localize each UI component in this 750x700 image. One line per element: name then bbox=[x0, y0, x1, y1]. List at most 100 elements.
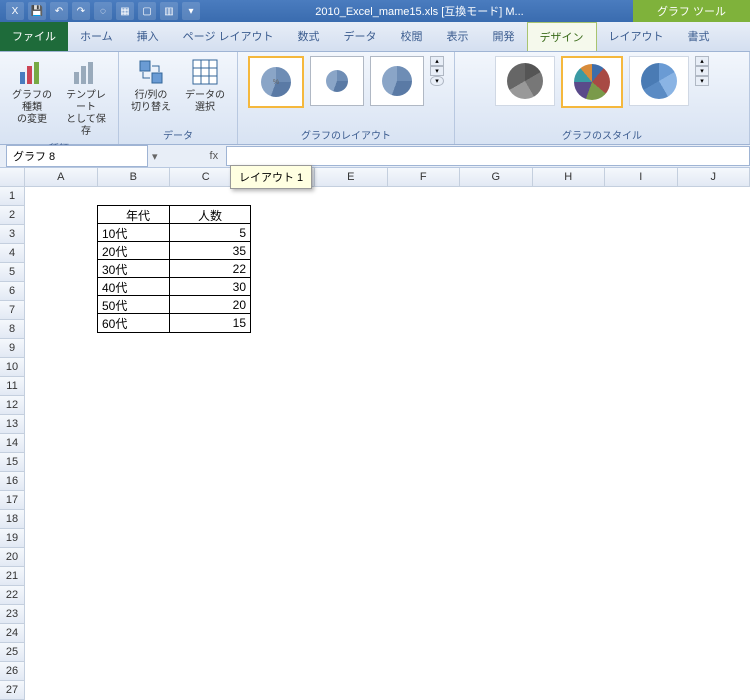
cell[interactable] bbox=[241, 313, 322, 332]
cell[interactable] bbox=[457, 331, 538, 350]
row-header[interactable]: 23 bbox=[0, 605, 25, 624]
cell[interactable] bbox=[169, 349, 250, 368]
cell[interactable] bbox=[673, 583, 750, 602]
cell[interactable] bbox=[97, 547, 178, 566]
cell[interactable] bbox=[241, 529, 322, 548]
cell[interactable] bbox=[25, 277, 106, 296]
row-header[interactable]: 24 bbox=[0, 624, 25, 643]
cell[interactable] bbox=[673, 259, 750, 278]
cell[interactable] bbox=[601, 421, 682, 440]
tab-review[interactable]: 校閲 bbox=[389, 22, 435, 51]
cell[interactable] bbox=[169, 457, 250, 476]
cell[interactable] bbox=[601, 349, 682, 368]
name-box-dropdown-icon[interactable]: ▾ bbox=[148, 150, 162, 163]
cell[interactable] bbox=[385, 331, 466, 350]
cell[interactable] bbox=[25, 403, 106, 422]
cell[interactable] bbox=[529, 583, 610, 602]
cell[interactable] bbox=[97, 583, 178, 602]
gallery-down-button[interactable]: ▾ bbox=[430, 66, 444, 76]
cell[interactable] bbox=[169, 637, 250, 648]
tab-format[interactable]: 書式 bbox=[676, 22, 722, 51]
row-header[interactable]: 14 bbox=[0, 434, 25, 453]
cell[interactable] bbox=[313, 385, 394, 404]
cell[interactable] bbox=[169, 367, 250, 386]
cell[interactable] bbox=[169, 619, 250, 638]
cell[interactable] bbox=[385, 313, 466, 332]
cell[interactable] bbox=[457, 223, 538, 242]
cell[interactable] bbox=[97, 439, 178, 458]
cell[interactable] bbox=[313, 331, 394, 350]
cell[interactable] bbox=[169, 385, 250, 404]
cell[interactable] bbox=[457, 403, 538, 422]
cell[interactable] bbox=[313, 421, 394, 440]
cell[interactable] bbox=[169, 601, 250, 620]
cell[interactable] bbox=[169, 511, 250, 530]
cell[interactable] bbox=[673, 493, 750, 512]
cell[interactable] bbox=[529, 565, 610, 584]
tab-design[interactable]: デザイン bbox=[527, 22, 597, 51]
cell[interactable] bbox=[241, 385, 322, 404]
cell[interactable] bbox=[25, 367, 106, 386]
cell[interactable] bbox=[529, 187, 610, 206]
cell[interactable] bbox=[169, 331, 250, 350]
tab-data[interactable]: データ bbox=[332, 22, 389, 51]
cell[interactable] bbox=[385, 367, 466, 386]
cell[interactable] bbox=[313, 457, 394, 476]
cell[interactable] bbox=[241, 619, 322, 638]
qat-icon[interactable]: ▦ bbox=[116, 2, 134, 20]
row-header[interactable]: 2 bbox=[0, 206, 25, 225]
cell[interactable] bbox=[457, 511, 538, 530]
data-cell[interactable]: 10代 bbox=[97, 223, 179, 243]
cell[interactable] bbox=[25, 385, 106, 404]
cell[interactable] bbox=[313, 619, 394, 638]
cell[interactable] bbox=[457, 259, 538, 278]
cell[interactable] bbox=[241, 475, 322, 494]
cell[interactable] bbox=[313, 439, 394, 458]
cell[interactable] bbox=[25, 421, 106, 440]
cell[interactable] bbox=[385, 565, 466, 584]
cell[interactable] bbox=[673, 241, 750, 260]
cell[interactable] bbox=[313, 313, 394, 332]
cell[interactable] bbox=[529, 511, 610, 530]
cell[interactable] bbox=[529, 259, 610, 278]
row-header[interactable]: 4 bbox=[0, 244, 25, 263]
cell[interactable] bbox=[97, 565, 178, 584]
col-header[interactable]: I bbox=[605, 168, 678, 187]
cell[interactable] bbox=[313, 277, 394, 296]
cell[interactable] bbox=[673, 475, 750, 494]
cell[interactable] bbox=[169, 439, 250, 458]
cell[interactable] bbox=[241, 349, 322, 368]
cell[interactable] bbox=[241, 205, 322, 224]
cell[interactable] bbox=[313, 259, 394, 278]
tab-dev[interactable]: 開発 bbox=[481, 22, 527, 51]
cell[interactable] bbox=[25, 637, 106, 648]
cell[interactable] bbox=[673, 385, 750, 404]
cell[interactable] bbox=[673, 565, 750, 584]
cell[interactable] bbox=[25, 295, 106, 314]
qat-icon[interactable]: ◌ bbox=[94, 2, 112, 20]
gallery-up-button[interactable]: ▴ bbox=[430, 56, 444, 66]
cell[interactable] bbox=[241, 241, 322, 260]
cell[interactable] bbox=[385, 259, 466, 278]
fx-icon[interactable]: fx bbox=[202, 150, 227, 162]
cell[interactable] bbox=[601, 529, 682, 548]
cell[interactable] bbox=[457, 493, 538, 512]
cell[interactable] bbox=[241, 403, 322, 422]
cell[interactable] bbox=[529, 349, 610, 368]
row-header[interactable]: 1 bbox=[0, 187, 25, 206]
data-cell[interactable]: 5 bbox=[169, 223, 251, 243]
cell[interactable] bbox=[97, 637, 178, 648]
cell[interactable] bbox=[97, 493, 178, 512]
cell[interactable] bbox=[529, 205, 610, 224]
cell[interactable] bbox=[25, 511, 106, 530]
change-chart-type-button[interactable]: グラフの種類 の変更 bbox=[8, 56, 56, 126]
row-header[interactable]: 18 bbox=[0, 510, 25, 529]
swap-row-col-button[interactable]: 行/列の 切り替え bbox=[127, 56, 175, 114]
row-header[interactable]: 27 bbox=[0, 681, 25, 700]
cell[interactable] bbox=[97, 511, 178, 530]
layout-thumb-3[interactable] bbox=[370, 56, 424, 106]
cell[interactable] bbox=[673, 547, 750, 566]
cell[interactable] bbox=[241, 601, 322, 620]
cell[interactable] bbox=[673, 403, 750, 422]
cell[interactable] bbox=[601, 385, 682, 404]
